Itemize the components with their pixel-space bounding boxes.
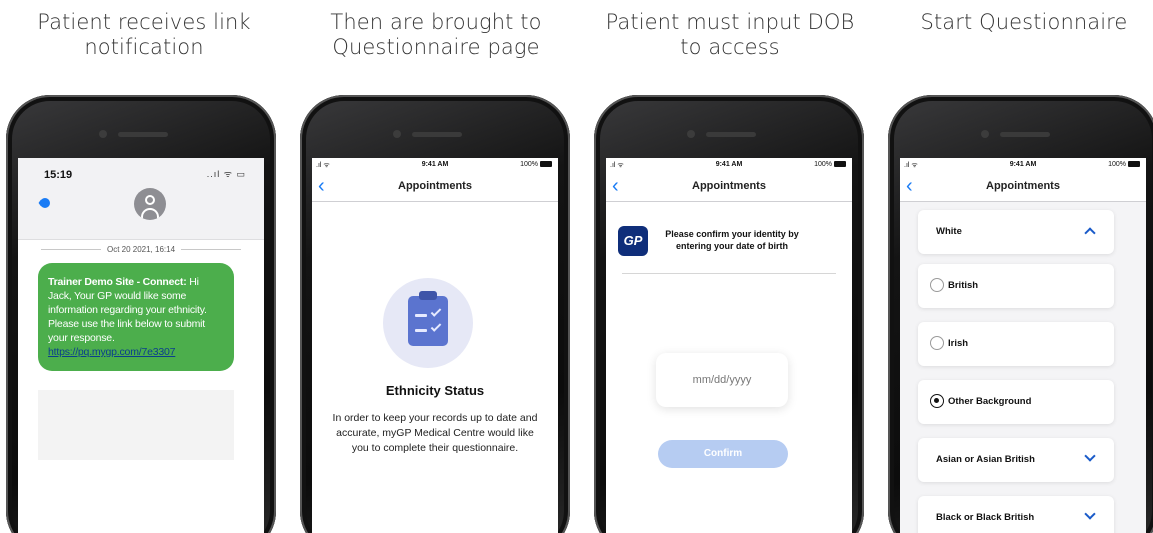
questionnaire-screen: .ıl ᯤ 9:41 AM 100% ‹ Appointments White … xyxy=(900,158,1146,533)
sms-screen: 15:19 ..ıl ᯤ ▭ ‹ Oct 20 2021, 16:14 Trai… xyxy=(18,158,264,533)
group-label: Asian or Asian British xyxy=(936,454,1035,465)
option-label: Other Background xyxy=(948,396,1032,407)
status-bar: .ıl ᯤ 9:41 AM 100% xyxy=(312,158,558,174)
group-label: Black or Black British xyxy=(936,512,1035,523)
speaker-grille xyxy=(118,132,168,137)
phone-questionnaire-intro: .ıl ᯤ 9:41 AM 100% ‹ Appointments Ethnic… xyxy=(300,95,570,533)
battery-indicator: 100% xyxy=(814,161,846,168)
caption-step-4: Start Questionnaire xyxy=(920,10,1128,34)
sms-message-bubble: Trainer Demo Site - Connect: Hi Jack, Yo… xyxy=(38,263,234,371)
intro-body: In order to keep your records up to date… xyxy=(332,412,538,454)
page-title: Appointments xyxy=(986,180,1060,192)
phone-questionnaire: .ıl ᯤ 9:41 AM 100% ‹ Appointments White … xyxy=(888,95,1153,533)
reply-area xyxy=(38,390,234,460)
camera-icon xyxy=(393,130,401,138)
phone-sms: 15:19 ..ıl ᯤ ▭ ‹ Oct 20 2021, 16:14 Trai… xyxy=(6,95,276,533)
speaker-grille xyxy=(1000,132,1050,137)
app-header: ‹ Appointments xyxy=(606,174,852,202)
sms-header: 15:19 ..ıl ᯤ ▭ ‹ xyxy=(18,158,264,240)
app-header: ‹ Appointments xyxy=(900,174,1146,202)
message-date: Oct 20 2021, 16:14 xyxy=(18,245,264,254)
group-label: White xyxy=(936,226,962,237)
phone-dob: .ıl ᯤ 9:41 AM 100% ‹ Appointments GP Ple… xyxy=(594,95,864,533)
intro-heading: Ethnicity Status xyxy=(385,383,485,398)
radio-unselected-icon[interactable] xyxy=(930,278,944,292)
status-icons: ..ıl ᯤ ▭ xyxy=(206,169,246,179)
chevron-down-icon xyxy=(1084,450,1096,462)
group-white[interactable]: White xyxy=(918,210,1114,254)
questionnaire-link[interactable]: https://pq.mygp.com/7e3307 xyxy=(48,346,175,358)
page-title: Appointments xyxy=(692,180,766,192)
battery-icon xyxy=(834,161,846,168)
group-black[interactable]: Black or Black British xyxy=(918,496,1114,533)
option-label: British xyxy=(948,280,979,291)
sms-sender: Trainer Demo Site - Connect: xyxy=(48,276,187,288)
radio-selected-icon[interactable] xyxy=(930,394,944,408)
option-irish[interactable]: Irish xyxy=(918,322,1114,366)
battery-indicator: 100% xyxy=(1108,161,1140,168)
divider xyxy=(622,273,836,274)
chevron-up-icon xyxy=(1084,227,1096,239)
status-time: 15:19 xyxy=(44,169,73,181)
speaker-grille xyxy=(706,132,756,137)
camera-icon xyxy=(981,130,989,138)
app-header: ‹ Appointments xyxy=(312,174,558,202)
status-bar: .ıl ᯤ 9:41 AM 100% xyxy=(606,158,852,174)
caption-step-1: Patient receives link notification xyxy=(37,10,251,59)
questionnaire-panel: White British Irish Other Background Asi… xyxy=(900,202,1146,533)
contact-avatar-icon[interactable] xyxy=(134,188,166,220)
battery-icon xyxy=(1128,161,1140,168)
back-button[interactable]: ‹ xyxy=(38,194,51,212)
caption-step-3: Patient must input DOB to access xyxy=(605,10,855,59)
intro-screen: .ıl ᯤ 9:41 AM 100% ‹ Appointments Ethnic… xyxy=(312,158,558,533)
confirm-button[interactable]: Confirm xyxy=(658,440,788,468)
camera-icon xyxy=(687,130,695,138)
option-label: Irish xyxy=(948,338,969,349)
battery-icon xyxy=(540,161,552,168)
clipboard-icon xyxy=(383,278,473,368)
radio-unselected-icon[interactable] xyxy=(930,336,944,350)
battery-indicator: 100% xyxy=(520,161,552,168)
speaker-grille xyxy=(412,132,462,137)
caption-step-2: Then are brought to Questionnaire page xyxy=(330,10,542,59)
identity-prompt: Please confirm your identity by entering… xyxy=(665,229,799,251)
status-bar: .ıl ᯤ 9:41 AM 100% xyxy=(900,158,1146,174)
group-asian[interactable]: Asian or Asian British xyxy=(918,438,1114,482)
option-other-background[interactable]: Other Background xyxy=(918,380,1114,424)
dob-screen: .ıl ᯤ 9:41 AM 100% ‹ Appointments GP Ple… xyxy=(606,158,852,533)
dob-input[interactable] xyxy=(656,353,788,407)
camera-icon xyxy=(99,130,107,138)
page-title: Appointments xyxy=(398,180,472,192)
option-british[interactable]: British xyxy=(918,264,1114,308)
mygp-logo: GP xyxy=(618,226,648,256)
chevron-down-icon xyxy=(1084,508,1096,520)
unread-badge-icon xyxy=(40,197,51,208)
